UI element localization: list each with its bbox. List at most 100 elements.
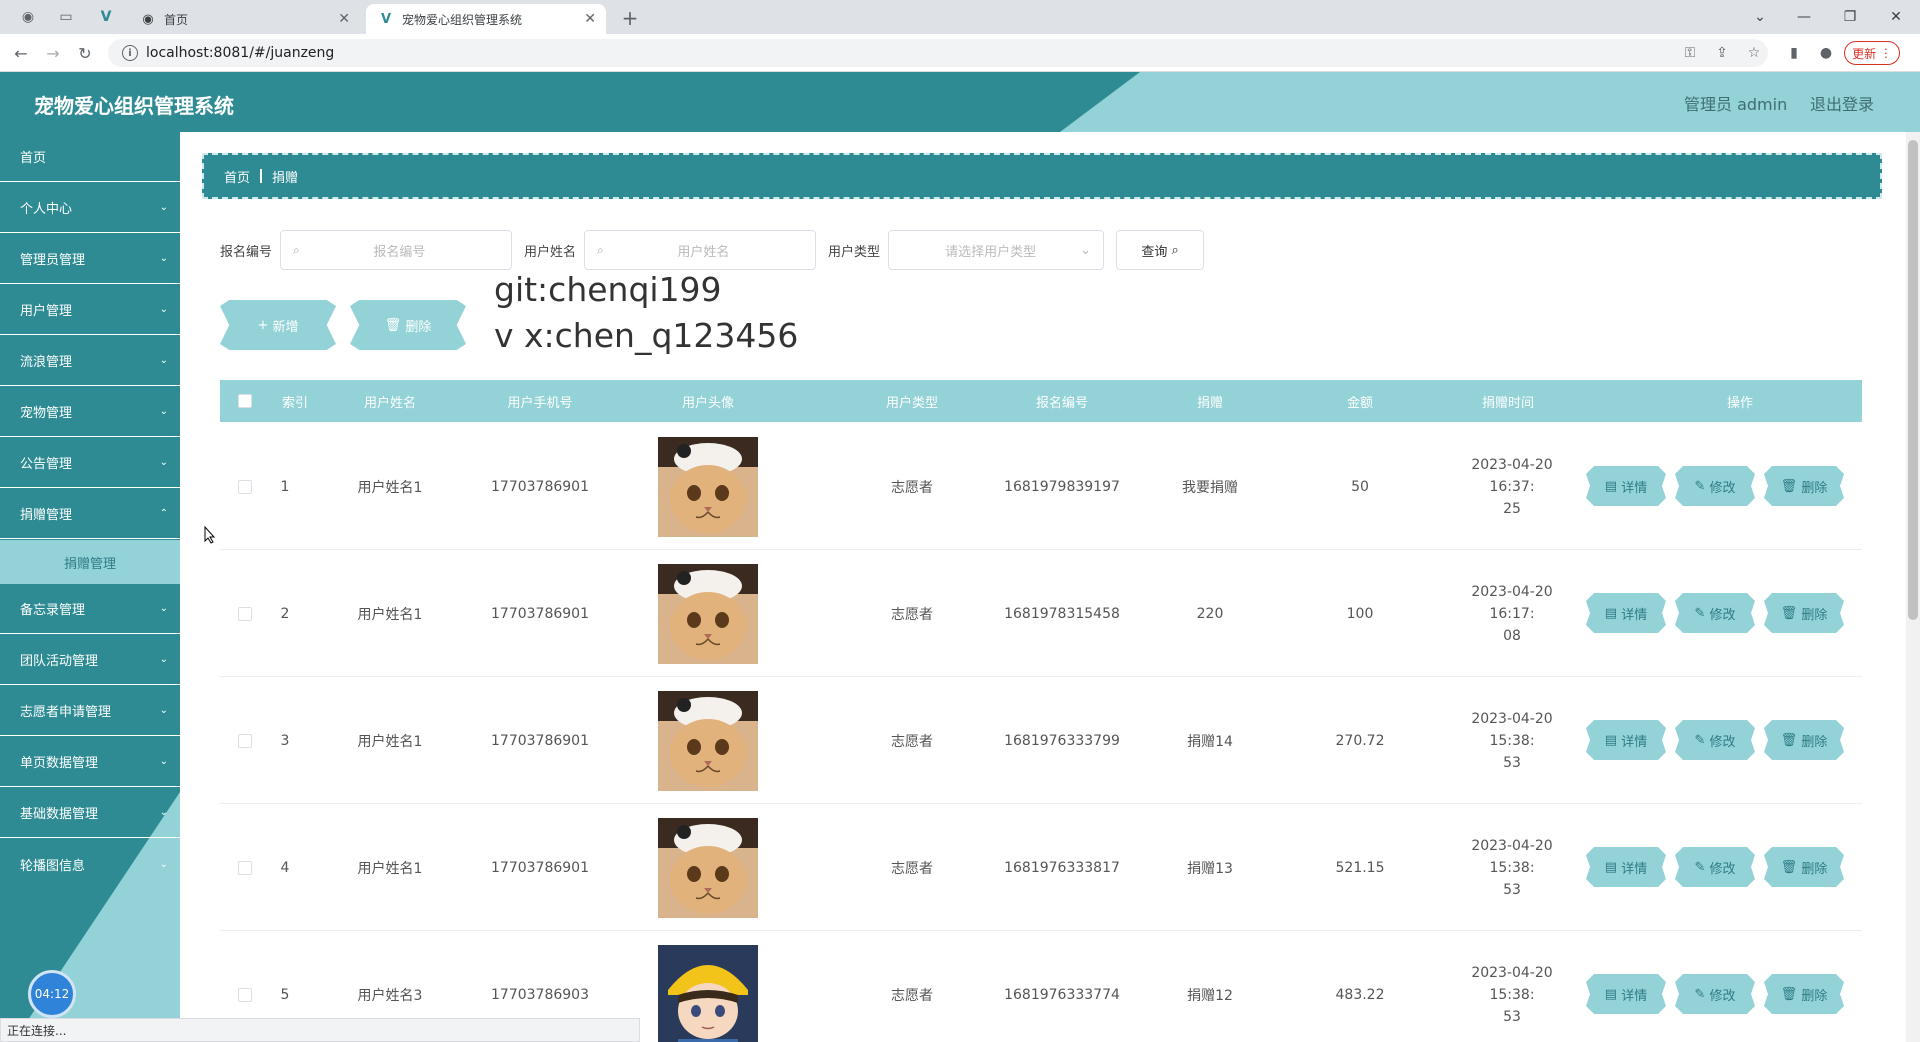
delete-label: 删除 bbox=[1801, 607, 1828, 623]
report-no-label: 报名编号 bbox=[220, 244, 273, 260]
sidebar-item-notices[interactable]: 公告管理 ⌄ bbox=[0, 438, 180, 488]
row-checkbox[interactable] bbox=[238, 861, 252, 875]
user-type-select[interactable]: 请选择用户类型 ⌄ bbox=[888, 230, 1105, 270]
sidebar-item-team[interactable]: 团队活动管理 ⌄ bbox=[0, 635, 180, 685]
trash-icon: 🗑 bbox=[1780, 478, 1798, 494]
delete-button[interactable]: 🗑 删除 bbox=[1764, 847, 1844, 887]
cell-donation: 我要捐赠 bbox=[1182, 479, 1238, 496]
minimize-icon[interactable]: — bbox=[1784, 4, 1824, 30]
edit-label: 修改 bbox=[1709, 480, 1736, 496]
breadcrumb-home[interactable]: 首页 bbox=[224, 167, 250, 186]
cell-user-name: 用户姓名1 bbox=[357, 733, 423, 750]
sidebar-item-personal[interactable]: 个人中心 ⌄ bbox=[0, 183, 180, 233]
close-icon[interactable]: ✕ bbox=[338, 11, 350, 27]
edit-button[interactable]: ✎ 修改 bbox=[1675, 974, 1755, 1014]
tab-home[interactable]: ◉ 首页 ✕ bbox=[128, 4, 360, 34]
delete-label: 删除 bbox=[405, 319, 432, 335]
time-line-1: 2023-04-20 16:37: bbox=[1471, 456, 1553, 495]
scrollbar-thumb[interactable] bbox=[1908, 140, 1918, 620]
cell-report-no: 1681976333817 bbox=[1004, 859, 1120, 876]
sidebar-item-admin[interactable]: 管理员管理 ⌄ bbox=[0, 234, 180, 284]
user-avatar bbox=[658, 944, 758, 1042]
key-icon[interactable]: ⚿ bbox=[1680, 43, 1700, 63]
chevron-down-icon: ⌄ bbox=[159, 756, 168, 767]
tab-placeholder-icon[interactable]: ▭ bbox=[52, 6, 80, 28]
delete-button[interactable]: 🗑 删除 bbox=[1764, 593, 1844, 633]
close-icon[interactable]: ✕ bbox=[584, 11, 596, 27]
delete-button[interactable]: 🗑 删除 bbox=[1764, 466, 1844, 506]
cell-report-no: 1681979839197 bbox=[1004, 478, 1120, 495]
detail-button[interactable]: ▤ 详情 bbox=[1586, 593, 1666, 633]
sidebar-item-carousel[interactable]: 轮播图信息 ⌄ bbox=[0, 839, 180, 889]
new-tab-button[interactable]: + bbox=[618, 6, 642, 30]
batch-delete-button[interactable]: 🗑 删除 bbox=[350, 300, 466, 350]
cell-amount: 270.72 bbox=[1335, 732, 1385, 749]
select-all-checkbox[interactable] bbox=[238, 394, 252, 408]
cell-phone: 17703786901 bbox=[491, 605, 589, 622]
profile-icon[interactable]: ● bbox=[1816, 43, 1836, 63]
detail-button[interactable]: ▤ 详情 bbox=[1586, 974, 1666, 1014]
timer-badge[interactable]: 04:12 bbox=[28, 970, 76, 1018]
row-checkbox[interactable] bbox=[238, 607, 252, 621]
page-scrollbar[interactable] bbox=[1906, 132, 1920, 1042]
star-icon[interactable]: ☆ bbox=[1744, 43, 1764, 63]
plus-icon: + bbox=[257, 317, 269, 333]
sidebar-item-home[interactable]: 首页 bbox=[0, 132, 180, 182]
user-avatar bbox=[658, 436, 758, 537]
sidebar-item-pets[interactable]: 宠物管理 ⌄ bbox=[0, 387, 180, 437]
sidebar-item-basic-data[interactable]: 基础数据管理 ⌄ bbox=[0, 788, 180, 838]
edit-button[interactable]: ✎ 修改 bbox=[1675, 847, 1755, 887]
share-icon[interactable]: ⇪ bbox=[1712, 43, 1732, 63]
tab-search-icon[interactable]: ⌄ bbox=[1740, 4, 1780, 30]
detail-button[interactable]: ▤ 详情 bbox=[1586, 720, 1666, 760]
sidebar-item-donations[interactable]: 捐赠管理 ⌃ bbox=[0, 489, 180, 539]
site-info-icon[interactable]: i bbox=[122, 45, 138, 61]
sidebar-item-users[interactable]: 用户管理 ⌄ bbox=[0, 285, 180, 335]
sidepanel-icon[interactable]: ▮ bbox=[1784, 43, 1804, 63]
chevron-down-icon: ⌄ bbox=[159, 807, 168, 818]
menu-label: 流浪管理 bbox=[20, 355, 73, 370]
delete-button[interactable]: 🗑 删除 bbox=[1764, 974, 1844, 1014]
edit-button[interactable]: ✎ 修改 bbox=[1675, 720, 1755, 760]
cell-user-type: 志愿者 bbox=[891, 987, 933, 1004]
sidebar-item-stray[interactable]: 流浪管理 ⌄ bbox=[0, 336, 180, 386]
browser-logo-icon[interactable]: ◉ bbox=[14, 6, 42, 28]
time-line-2: 53 bbox=[1503, 754, 1521, 771]
update-button[interactable]: 更新 ⋮ bbox=[1844, 41, 1900, 65]
user-type-label: 用户类型 bbox=[828, 244, 881, 260]
overlay-text-git: git:chenqi199 bbox=[494, 270, 722, 309]
detail-button[interactable]: ▤ 详情 bbox=[1586, 847, 1666, 887]
edit-label: 修改 bbox=[1709, 607, 1736, 623]
sidebar-item-volunteer[interactable]: 志愿者申请管理 ⌄ bbox=[0, 686, 180, 736]
sidebar-subitem-donation-manage[interactable]: 捐赠管理 bbox=[0, 540, 180, 584]
sidebar-item-memo[interactable]: 备忘录管理 ⌄ bbox=[0, 584, 180, 634]
vue-tab-icon[interactable]: V bbox=[92, 6, 120, 28]
detail-button[interactable]: ▤ 详情 bbox=[1586, 466, 1666, 506]
tab-title: 宠物爱心组织管理系统 bbox=[402, 12, 523, 27]
sidebar-item-single-page[interactable]: 单页数据管理 ⌄ bbox=[0, 737, 180, 787]
trash-icon: 🗑 bbox=[384, 317, 402, 333]
delete-button[interactable]: 🗑 删除 bbox=[1764, 720, 1844, 760]
delete-label: 删除 bbox=[1801, 480, 1828, 496]
address-input[interactable]: i localhost:8081/#/juanzeng bbox=[108, 39, 1768, 67]
back-icon[interactable]: ← bbox=[10, 42, 32, 64]
restore-icon[interactable]: ❐ bbox=[1830, 4, 1870, 30]
forward-icon[interactable]: → bbox=[42, 42, 64, 64]
report-no-input[interactable]: ⌕ 报名编号 bbox=[280, 230, 513, 270]
tab-app[interactable]: V 宠物爱心组织管理系统 ✕ bbox=[366, 4, 606, 34]
edit-button[interactable]: ✎ 修改 bbox=[1675, 466, 1755, 506]
logout-link[interactable]: 退出登录 bbox=[1810, 91, 1874, 115]
query-button[interactable]: 查询 ⌕ bbox=[1116, 230, 1205, 270]
row-checkbox[interactable] bbox=[238, 734, 252, 748]
window-close-icon[interactable]: ✕ bbox=[1876, 4, 1916, 30]
add-button[interactable]: + 新增 bbox=[220, 300, 336, 350]
user-name-placeholder: 用户姓名 bbox=[677, 244, 730, 260]
row-checkbox[interactable] bbox=[238, 988, 252, 1002]
cell-donation-time: 2023-04-20 16:37: 25 bbox=[1442, 423, 1582, 550]
row-checkbox[interactable] bbox=[238, 480, 252, 494]
user-name-input[interactable]: ⌕ 用户姓名 bbox=[584, 230, 817, 270]
reload-icon[interactable]: ↻ bbox=[74, 42, 96, 64]
edit-label: 修改 bbox=[1709, 988, 1736, 1004]
edit-button[interactable]: ✎ 修改 bbox=[1675, 593, 1755, 633]
add-label: 新增 bbox=[272, 319, 299, 335]
